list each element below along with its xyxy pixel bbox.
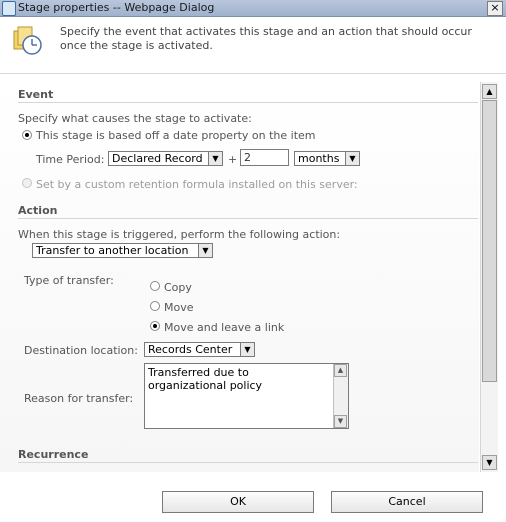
destination-value: Records Center (148, 343, 233, 356)
transfer-type-copy-label: Copy (164, 281, 192, 294)
transfer-type-move-link-label: Move and leave a link (164, 321, 285, 334)
date-property-label: This stage is based off a date property … (36, 129, 316, 142)
time-period-property-select[interactable]: Declared Record ▼ (108, 151, 223, 166)
scroll-up-icon[interactable]: ▲ (334, 364, 347, 377)
reason-scrollbar[interactable]: ▲ ▼ (333, 364, 348, 428)
time-period-number-input[interactable]: 2 (240, 149, 289, 166)
custom-formula-radio[interactable] (22, 178, 32, 188)
transfer-type-move-link-radio[interactable] (150, 321, 160, 331)
time-period-property-value: Declared Record (112, 152, 203, 165)
cancel-button[interactable]: Cancel (331, 491, 483, 513)
date-property-radio[interactable] (22, 130, 32, 140)
reason-label: Reason for transfer: (24, 392, 134, 405)
time-period-unit-value: months (298, 152, 340, 165)
action-instruction: When this stage is triggered, perform th… (18, 228, 341, 241)
dialog-description: Specify the event that activates this st… (60, 25, 472, 52)
action-section-divider (18, 218, 478, 219)
action-select-value: Transfer to another location (36, 244, 189, 257)
scroll-down-icon[interactable]: ▼ (482, 455, 497, 470)
recurrence-section-divider (18, 462, 478, 463)
close-button[interactable]: × (487, 1, 503, 16)
scroll-down-icon[interactable]: ▼ (334, 415, 347, 428)
ie-page-icon (2, 1, 16, 16)
action-select[interactable]: Transfer to another location ▼ (32, 243, 213, 258)
ok-button[interactable]: OK (162, 491, 314, 513)
chevron-down-icon: ▼ (198, 244, 212, 257)
time-period-unit-select[interactable]: months ▼ (294, 151, 360, 166)
custom-formula-label: Set by a custom retention formula instal… (36, 178, 358, 191)
transfer-type-copy-radio[interactable] (150, 281, 160, 291)
plus-sign: + (228, 153, 238, 166)
title-bar: Stage properties -- Webpage Dialog × (0, 0, 506, 17)
recurrence-section-title: Recurrence (18, 448, 89, 461)
stage-properties-panel: Event Specify what causes the stage to a… (0, 82, 479, 472)
destination-select[interactable]: Records Center ▼ (144, 342, 255, 357)
scroll-up-icon[interactable]: ▲ (482, 84, 497, 99)
chevron-down-icon: ▼ (240, 343, 254, 356)
reason-text: Transferred due to organizational policy (148, 366, 263, 392)
reason-textarea[interactable]: Transferred due to organizational policy… (144, 363, 349, 429)
action-section-title: Action (18, 204, 58, 217)
event-section-title: Event (18, 88, 54, 101)
transfer-type-label: Type of transfer: (24, 274, 114, 287)
main-scrollbar[interactable]: ▲ ▼ (480, 82, 498, 472)
event-instruction: Specify what causes the stage to activat… (18, 112, 252, 125)
scrollbar-thumb[interactable] (482, 100, 497, 382)
time-period-label: Time Period: (36, 153, 105, 166)
event-section-divider (18, 102, 478, 103)
chevron-down-icon: ▼ (345, 152, 359, 165)
destination-label: Destination location: (24, 344, 138, 357)
transfer-type-move-label: Move (164, 301, 194, 314)
transfer-type-move-radio[interactable] (150, 301, 160, 311)
stage-schedule-icon (13, 26, 42, 55)
chevron-down-icon: ▼ (208, 152, 222, 165)
window-title: Stage properties -- Webpage Dialog (18, 1, 215, 14)
dialog-header: Specify the event that activates this st… (0, 17, 506, 74)
